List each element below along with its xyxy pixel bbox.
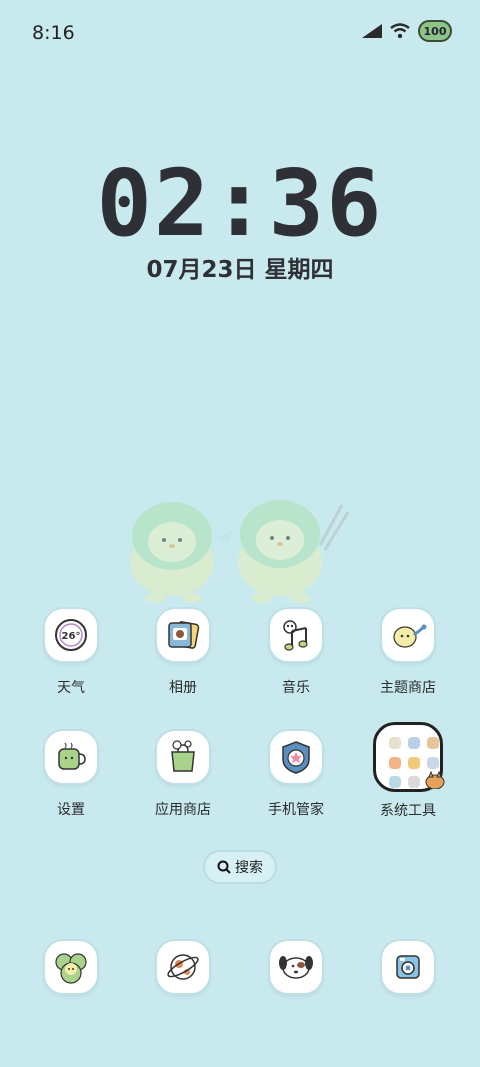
wifi-icon (390, 23, 410, 39)
app-label: 设置 (57, 802, 85, 818)
app-weather[interactable]: 26° 天气 (16, 607, 126, 697)
app-music[interactable]: 音乐 (241, 607, 351, 697)
dock-app-phone[interactable] (16, 939, 126, 995)
weather-icon[interactable]: 26° (43, 607, 99, 663)
app-label: 天气 (57, 680, 85, 696)
phone-icon[interactable] (43, 939, 99, 995)
search-label: 搜索 (235, 860, 263, 876)
date-label: 07月23日 星期四 (146, 257, 334, 283)
dock-app-browser[interactable] (128, 939, 238, 995)
settings-icon[interactable] (43, 729, 99, 785)
camera-icon[interactable] (380, 939, 436, 995)
messages-icon[interactable] (268, 939, 324, 995)
browser-icon[interactable] (155, 939, 211, 995)
app-store-icon[interactable] (155, 729, 211, 785)
gallery-icon[interactable] (155, 607, 211, 663)
status-time: 8:16 (32, 22, 75, 44)
app-system-tools-folder[interactable]: 系统工具 (353, 722, 463, 820)
search-button[interactable]: 搜索 (203, 850, 277, 884)
search-icon (217, 860, 231, 874)
app-label: 主题商店 (380, 680, 436, 696)
app-label: 系统工具 (380, 803, 436, 819)
theme-store-icon[interactable] (380, 607, 436, 663)
lockscreen-clock: 02:36 (96, 150, 384, 257)
wallpaper-cabbage-characters-illustration (130, 500, 350, 603)
dock-app-camera[interactable] (353, 939, 463, 995)
system-tools-folder-icon[interactable] (373, 722, 445, 792)
app-theme-store[interactable]: 主题商店 (353, 607, 463, 697)
app-settings[interactable]: 设置 (16, 729, 126, 819)
cat-decoration-icon (425, 771, 445, 789)
weather-temp: 26° (62, 631, 81, 642)
phone-manager-icon[interactable] (268, 729, 324, 785)
app-label: 应用商店 (155, 802, 211, 818)
app-app-store[interactable]: 应用商店 (128, 729, 238, 819)
status-bar: 8:16 100 (0, 0, 480, 66)
app-gallery[interactable]: 相册 (128, 607, 238, 697)
app-label: 手机管家 (268, 802, 324, 818)
status-icons: 100 (362, 20, 452, 42)
app-label: 相册 (169, 680, 197, 696)
music-icon[interactable] (268, 607, 324, 663)
app-label: 音乐 (282, 680, 310, 696)
cellular-signal-icon (362, 24, 382, 38)
battery-icon: 100 (418, 20, 452, 42)
dock-app-messages[interactable] (241, 939, 351, 995)
app-phone-manager[interactable]: 手机管家 (241, 729, 351, 819)
